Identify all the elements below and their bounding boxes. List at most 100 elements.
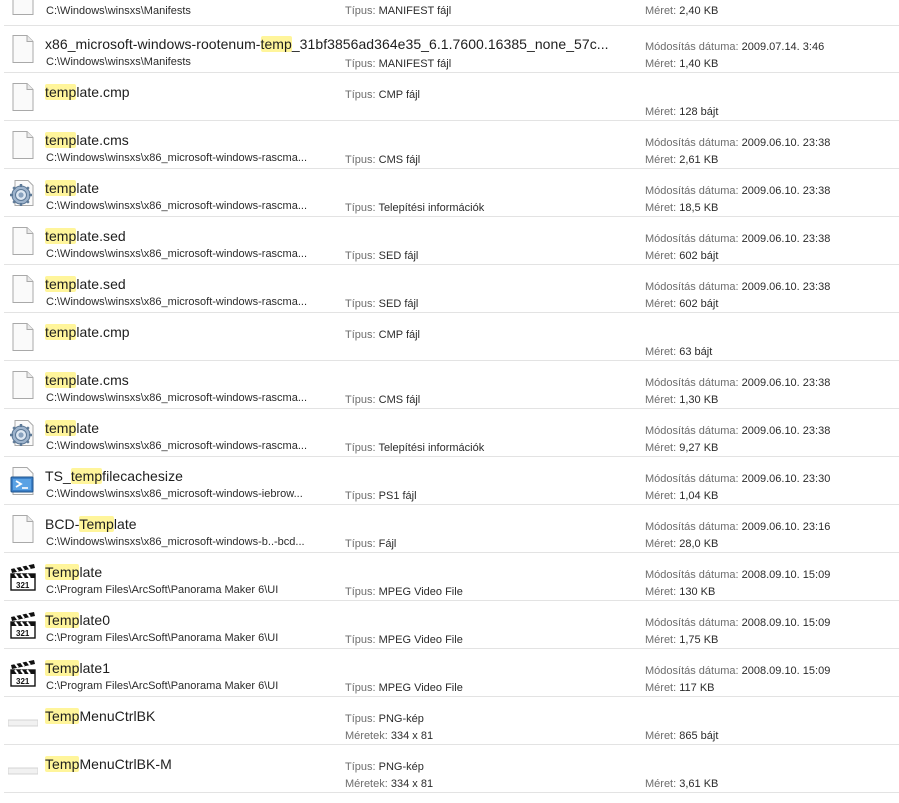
file-size: Méret: 1,04 KB <box>645 490 719 502</box>
list-item[interactable]: TempMenuCtrlBK-M Típus: PNG-kép Méretek:… <box>4 746 899 793</box>
list-item[interactable]: template.sed C:\Windows\winsxs\x86_micro… <box>4 266 899 313</box>
document-icon <box>8 226 38 256</box>
list-item[interactable]: TS_tempfilecachesize C:\Windows\winsxs\x… <box>4 458 899 505</box>
file-modified: Módosítás dátuma: 2009.06.10. 23:38 <box>645 137 831 149</box>
file-path: C:\Program Files\ArcSoft\Panorama Maker … <box>46 584 279 596</box>
search-highlight: temp <box>45 420 77 436</box>
list-item[interactable]: template.cmp Típus: CMP fájl Méret: 63 b… <box>4 314 899 361</box>
list-item[interactable]: 321 Template C:\Program Files\ArcSoft\Pa… <box>4 554 899 601</box>
clapperboard-video-icon: 321 <box>8 610 38 640</box>
file-modified: Módosítás dátuma: 2009.06.10. 23:38 <box>645 281 831 293</box>
document-icon <box>8 370 38 400</box>
file-path: C:\Windows\winsxs\x86_microsoft-windows-… <box>46 296 308 308</box>
file-name: Template1 <box>45 660 111 676</box>
search-highlight: Temp <box>45 564 80 580</box>
search-highlight: Temp <box>79 516 114 532</box>
image-thumbnail-icon <box>7 754 39 784</box>
list-item[interactable]: template.cms C:\Windows\winsxs\x86_micro… <box>4 362 899 409</box>
file-type: Típus: PS1 fájl <box>345 490 417 502</box>
clapperboard-video-icon: 321 <box>8 562 38 592</box>
file-size: Méret: 130 KB <box>645 586 716 598</box>
document-icon <box>8 322 38 352</box>
document-icon <box>8 82 38 112</box>
list-item[interactable]: template.cms C:\Windows\winsxs\x86_micro… <box>4 122 899 169</box>
file-modified: Módosítás dátuma: 2009.06.10. 23:38 <box>645 377 831 389</box>
search-highlight: temp <box>45 84 77 100</box>
svg-text:321: 321 <box>16 629 30 638</box>
file-name: Template <box>45 564 103 580</box>
search-highlight: Temp <box>45 756 80 772</box>
list-item[interactable]: template.cmp Típus: CMP fájl Méret: 128 … <box>4 74 899 121</box>
file-dimensions: Méretek: 334 x 81 <box>345 730 434 742</box>
file-name: x86_microsoft-windows-rootenum-temp_31bf… <box>45 36 609 52</box>
file-path: C:\Program Files\ArcSoft\Panorama Maker … <box>46 680 279 692</box>
list-item[interactable]: 321 Template1 C:\Program Files\ArcSoft\P… <box>4 650 899 697</box>
search-highlight: temp <box>45 276 77 292</box>
list-item[interactable]: BCD-Template C:\Windows\winsxs\x86_micro… <box>4 506 899 553</box>
file-size: Méret: 602 bájt <box>645 250 719 262</box>
file-path: C:\Windows\winsxs\x86_microsoft-windows-… <box>46 152 308 164</box>
file-name: template.cms <box>45 372 129 388</box>
file-type: Típus: MANIFEST fájl <box>345 5 452 17</box>
list-item[interactable]: template C:\Windows\winsxs\x86_microsoft… <box>4 410 899 457</box>
search-highlight: temp <box>45 372 77 388</box>
search-highlight: temp <box>260 36 292 52</box>
file-name: Template0 <box>45 612 111 628</box>
file-size: Méret: 1,40 KB <box>645 58 719 70</box>
file-size: Méret: 2,61 KB <box>645 154 719 166</box>
powershell-script-icon <box>8 466 38 496</box>
search-highlight: Temp <box>45 612 80 628</box>
search-highlight: temp <box>45 180 77 196</box>
document-icon <box>8 34 38 64</box>
file-path: C:\Windows\winsxs\x86_microsoft-windows-… <box>46 392 308 404</box>
list-item[interactable]: template C:\Windows\winsxs\x86_microsoft… <box>4 170 899 217</box>
search-highlight: temp <box>45 132 77 148</box>
file-size: Méret: 9,27 KB <box>645 442 719 454</box>
file-name: template <box>45 180 100 196</box>
file-type: Típus: CMS fájl <box>345 394 421 406</box>
file-type: Típus: CMP fájl <box>345 329 421 341</box>
file-type: Típus: MPEG Video File <box>345 634 463 646</box>
file-modified: Módosítás dátuma: 2008.09.10. 15:09 <box>645 569 831 581</box>
image-thumbnail-icon <box>7 706 39 736</box>
file-modified: Módosítás dátuma: 2009.06.10. 23:38 <box>645 185 831 197</box>
document-icon <box>8 0 38 16</box>
clapperboard-video-icon: 321 <box>8 658 38 688</box>
file-type: Típus: PNG-kép <box>345 713 424 725</box>
list-item[interactable]: x86_microsoft-windows-rootenum-temp_31bf… <box>4 26 899 73</box>
file-modified: Módosítás dátuma: 2009.07.14. 3:46 <box>645 41 825 53</box>
file-name: TempMenuCtrlBK <box>45 708 156 724</box>
list-item[interactable]: template.sed C:\Windows\winsxs\x86_micro… <box>4 218 899 265</box>
file-name: template.cmp <box>45 324 130 340</box>
file-dimensions: Méretek: 334 x 81 <box>345 778 434 790</box>
file-size: Méret: 28,0 KB <box>645 538 719 550</box>
file-type: Típus: Telepítési információk <box>345 202 485 214</box>
list-item[interactable]: 321 Template0 C:\Program Files\ArcSoft\P… <box>4 602 899 649</box>
file-size: Méret: 2,40 KB <box>645 5 719 17</box>
file-modified: Módosítás dátuma: 2008.09.10. 15:09 <box>645 665 831 677</box>
file-modified: Módosítás dátuma: 2009.06.10. 23:38 <box>645 425 831 437</box>
file-name: BCD-Template <box>45 516 137 532</box>
file-name: TS_tempfilecachesize <box>45 468 183 484</box>
file-name: template.sed <box>45 276 126 292</box>
file-type: Típus: PNG-kép <box>345 761 424 773</box>
file-type: Típus: Fájl <box>345 538 397 550</box>
setup-information-icon <box>8 418 38 448</box>
file-modified: Módosítás dátuma: 2009.06.10. 23:16 <box>645 521 831 533</box>
list-item[interactable]: TempMenuCtrlBK Típus: PNG-kép Méretek: 3… <box>4 698 899 745</box>
file-type: Típus: SED fájl <box>345 298 419 310</box>
search-highlight: temp <box>70 468 103 484</box>
list-item[interactable]: C:\Windows\winsxs\Manifests Típus: MANIF… <box>4 0 899 26</box>
svg-text:321: 321 <box>16 677 30 686</box>
file-size: Méret: 865 bájt <box>645 730 719 742</box>
search-highlight: temp <box>45 324 77 340</box>
file-name: template <box>45 420 100 436</box>
svg-text:321: 321 <box>16 581 30 590</box>
file-type: Típus: MPEG Video File <box>345 586 463 598</box>
file-path: C:\Windows\winsxs\x86_microsoft-windows-… <box>46 248 308 260</box>
file-path: C:\Windows\winsxs\x86_microsoft-windows-… <box>46 200 308 212</box>
file-modified: Módosítás dátuma: 2009.06.10. 23:30 <box>645 473 831 485</box>
document-icon <box>8 130 38 160</box>
setup-information-icon <box>8 178 38 208</box>
search-highlight: Temp <box>45 660 80 676</box>
